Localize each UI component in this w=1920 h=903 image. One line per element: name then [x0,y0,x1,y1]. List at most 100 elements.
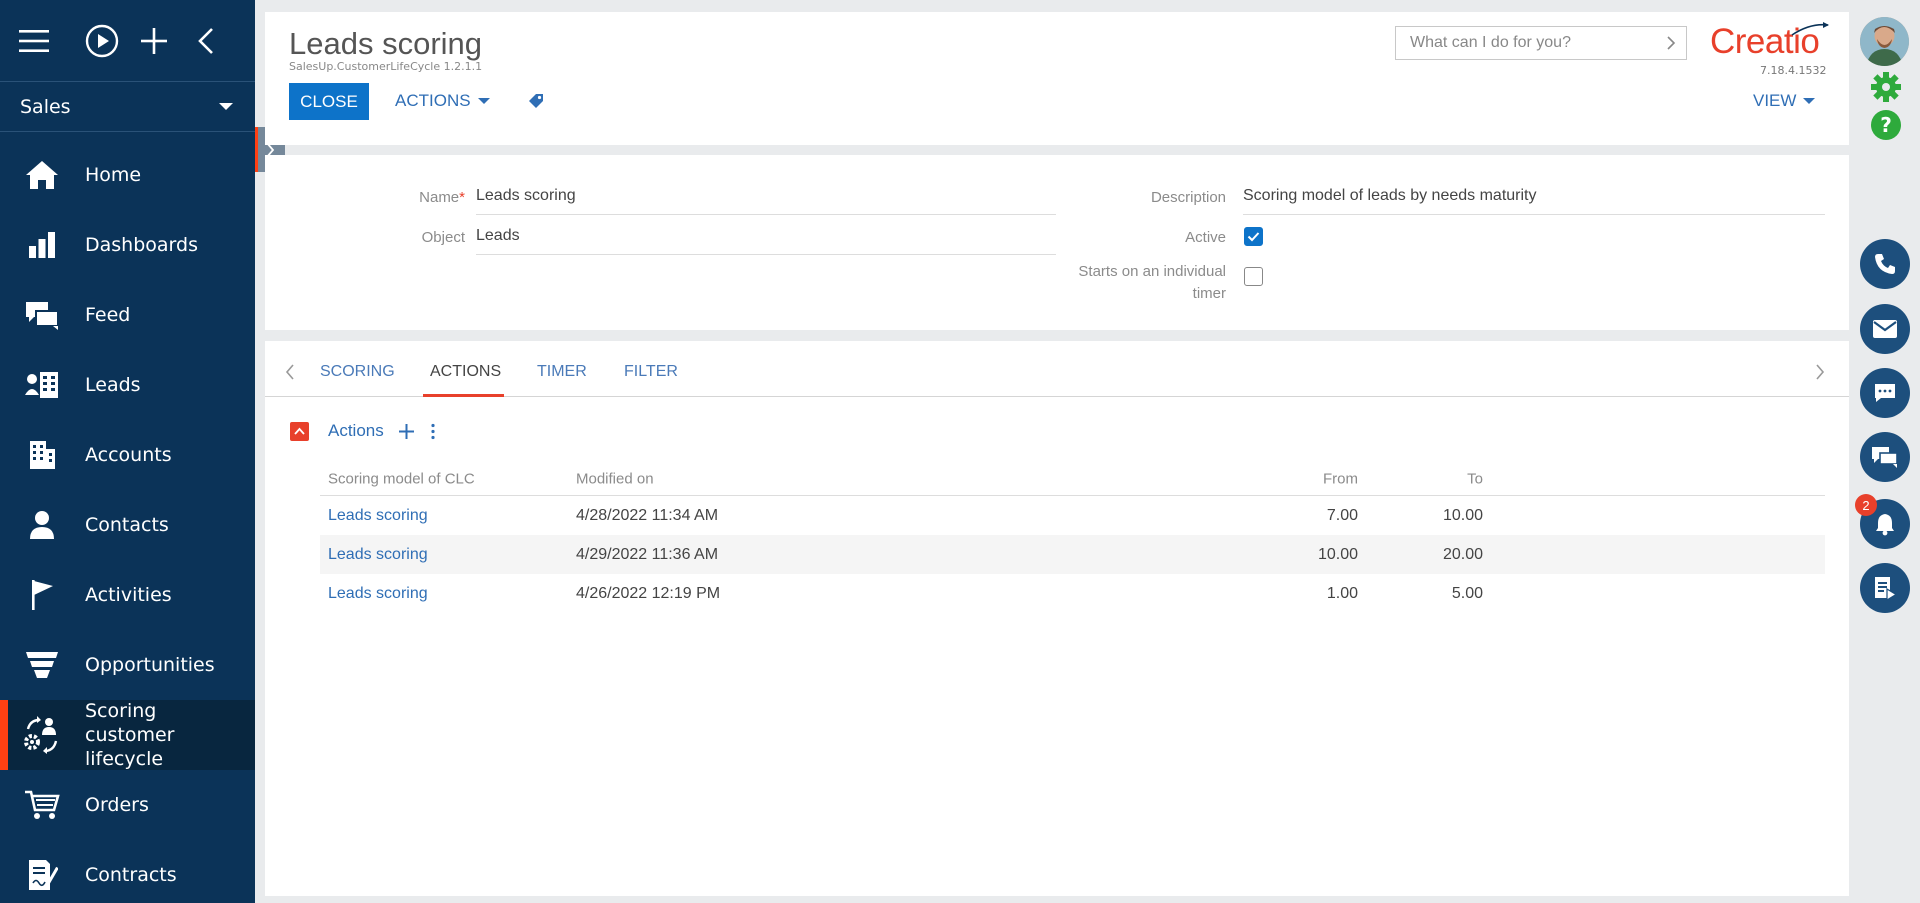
workspace-selector[interactable]: Sales [0,82,255,132]
name-field[interactable]: Leads scoring [476,183,1056,215]
feed-icon [22,295,62,335]
feed-button[interactable] [1860,432,1910,482]
description-field[interactable]: Scoring model of leads by needs maturity [1243,183,1825,215]
run-process-icon[interactable] [76,15,128,67]
tabs-scroll-left-icon[interactable] [285,363,295,385]
collapse-sidebar-icon[interactable] [180,15,232,67]
checkmark-icon [1247,232,1260,242]
table-row[interactable]: Leads scoring 4/26/2022 12:19 PM 1.00 5.… [320,574,1825,613]
modified-on-cell: 4/26/2022 12:19 PM [576,584,721,602]
sidebar-item-orders[interactable]: Orders [0,770,255,840]
cart-icon [22,785,62,825]
chevron-down-icon [477,98,490,104]
add-icon[interactable] [128,15,180,67]
sidebar-item-label: Scoring customer lifecycle [85,700,175,770]
version-label: 7.18.4.1532 [1760,64,1827,77]
process-log-button[interactable] [1860,563,1910,613]
add-record-icon[interactable] [398,423,415,440]
actions-detail-header: Actions [290,421,436,441]
tab-timer[interactable]: TIMER [537,363,587,381]
avatar[interactable] [1860,17,1909,66]
sidebar-item-activities[interactable]: Activities [0,560,255,630]
table-row[interactable]: Leads scoring 4/28/2022 11:34 AM 7.00 10… [320,496,1825,535]
tag-icon[interactable] [527,92,545,114]
sidebar-item-label: Feed [85,304,131,326]
home-icon [22,155,62,195]
contacts-icon [22,505,62,545]
name-label-text: Name [419,189,460,206]
sidebar-item-accounts[interactable]: Accounts [0,420,255,490]
required-mark: * [459,189,465,206]
sidebar-item-feed[interactable]: Feed [0,280,255,350]
more-options-icon[interactable] [430,423,436,440]
sidebar-nav: Home Dashboards Feed Leads Accounts Cont… [0,140,255,903]
description-label: Description [1150,189,1226,206]
object-label: Object [421,229,465,246]
sidebar-item-label: Accounts [85,444,172,466]
chat-icon [1875,384,1895,402]
sidebar-toolbar [0,0,255,82]
actions-table: Scoring model of CLC Modified on From To… [320,462,1825,613]
bell-icon [1876,514,1894,536]
active-checkbox[interactable] [1244,227,1263,246]
sidebar-item-dashboards[interactable]: Dashboards [0,210,255,280]
sidebar-item-label: Home [85,164,142,186]
from-cell: 10.00 [1317,545,1358,563]
from-cell: 1.00 [1326,584,1358,602]
logo-swoosh-icon [1791,22,1829,36]
timer-label: Starts on an individual timer [1045,261,1226,305]
collapse-detail-button[interactable] [290,421,309,441]
to-cell: 20.00 [1442,545,1483,563]
sidebar-item-scoring-customer-lifecycle[interactable]: Scoring customer lifecycle [0,700,255,770]
sidebar-item-contacts[interactable]: Contacts [0,490,255,560]
funnel-icon [22,645,62,685]
scoring-model-link[interactable]: Leads scoring [328,546,428,564]
tab-scoring[interactable]: SCORING [320,363,395,381]
close-button[interactable]: CLOSE [289,83,369,120]
chevron-down-icon [219,103,233,110]
gear-icon[interactable] [1870,71,1902,107]
column-header[interactable]: Modified on [576,470,654,487]
timer-label-line1: Starts on an individual [1078,263,1226,280]
search-placeholder: What can I do for you? [1410,34,1571,51]
phone-button[interactable] [1860,239,1910,289]
scoring-model-link[interactable]: Leads scoring [328,507,428,525]
tabs-scroll-right-icon[interactable] [1815,363,1825,385]
column-header[interactable]: From [1323,470,1358,487]
view-button-label: VIEW [1753,91,1797,110]
view-button[interactable]: VIEW [1753,91,1816,111]
record-form: Name* Leads scoring Object Leads Descrip… [265,155,1849,330]
tab-filter[interactable]: FILTER [624,363,678,381]
column-header[interactable]: To [1467,470,1483,487]
sidebar-item-contracts[interactable]: Contracts [0,840,255,903]
dashboards-icon [22,225,62,265]
svg-text:?: ? [1880,113,1892,137]
sidebar-item-home[interactable]: Home [0,140,255,210]
email-button[interactable] [1860,304,1910,354]
sidebar: Sales Home Dashboards Feed Leads Account… [0,0,255,903]
chat-button[interactable] [1860,368,1910,418]
scoring-model-link[interactable]: Leads scoring [328,585,428,603]
flag-icon [22,575,62,615]
page-title: Leads scoring [289,26,483,61]
actions-button[interactable]: ACTIONS [395,91,490,111]
contract-icon [22,855,62,895]
modified-on-cell: 4/29/2022 11:36 AM [576,545,719,563]
menu-icon[interactable] [14,15,54,67]
table-row[interactable]: Leads scoring 4/29/2022 11:36 AM 10.00 2… [320,535,1825,574]
from-cell: 7.00 [1326,506,1358,524]
object-field[interactable]: Leads [476,223,1056,255]
accounts-icon [22,435,62,475]
tab-actions[interactable]: ACTIONS [430,363,501,381]
tabs-panel: SCORING ACTIONS TIMER FILTER Actions Sco… [265,341,1849,896]
command-search-input[interactable]: What can I do for you? [1395,26,1687,60]
sidebar-item-opportunities[interactable]: Opportunities [0,630,255,700]
help-icon[interactable]: ? [1870,109,1902,145]
actions-button-label: ACTIONS [395,91,471,110]
sidebar-item-leads[interactable]: Leads [0,350,255,420]
individual-timer-checkbox[interactable] [1244,267,1263,286]
chevron-down-icon [1803,98,1816,104]
chevron-up-icon [294,427,305,435]
column-header[interactable]: Scoring model of CLC [328,470,475,487]
communication-panel: ? 2 [1849,0,1920,903]
